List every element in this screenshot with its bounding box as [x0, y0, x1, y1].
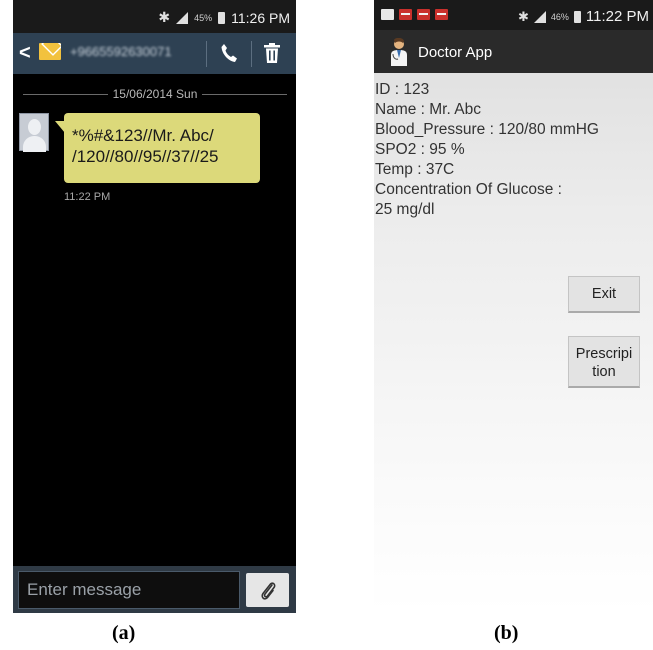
blood-pressure: Blood_Pressure : 120/80 mmHG: [375, 121, 599, 138]
exit-button[interactable]: Exit: [568, 276, 640, 313]
message-bubble[interactable]: *%#&123//Mr. Abc/ /120//80//95//37//25: [55, 113, 260, 183]
app-header: Doctor App: [374, 30, 653, 73]
header-divider: [206, 41, 207, 67]
bluetooth-icon: ✱: [158, 9, 171, 25]
glucose-label: Concentration Of Glucose :: [375, 181, 562, 198]
call-icon[interactable]: [220, 43, 238, 63]
app-title: Doctor App: [418, 44, 493, 61]
message-text: *%#&123//Mr. Abc/ /120//80//95//37//25: [72, 126, 219, 166]
signal-icon: [176, 11, 189, 24]
attach-button[interactable]: [246, 573, 289, 607]
temperature: Temp : 37C: [375, 161, 455, 178]
patient-id: ID : 123: [375, 81, 430, 98]
status-bar: ✱ 45% 11:26 PM: [13, 0, 296, 33]
sms-notification-icon: [435, 9, 448, 20]
spo2: SPO2 : 95 %: [375, 141, 465, 158]
battery-icon: [218, 11, 226, 24]
caption-b: (b): [494, 622, 519, 644]
patient-name: Name : Mr. Abc: [375, 101, 481, 118]
glucose-value: 25 mg/dl: [375, 201, 435, 218]
message-input[interactable]: Enter message: [18, 571, 240, 609]
header-divider: [251, 41, 252, 67]
patient-info: ID : 123 Name : Mr. Abc Blood_Pressure :…: [375, 80, 651, 220]
prescription-label-line2: tion: [592, 364, 616, 380]
doctor-app-phone-screen: ✱ 46% 11:22 PM Doctor App ID : 123 Name …: [374, 0, 653, 613]
status-time: 11:22 PM: [585, 8, 649, 25]
signal-icon: [533, 10, 546, 23]
compose-bar: Enter message: [13, 566, 296, 613]
messaging-phone-screen: ✱ 45% 11:26 PM < +9665592630071 15/06/20…: [13, 0, 296, 613]
status-bar: ✱ 46% 11:22 PM: [374, 0, 653, 30]
mail-notification-icon: [381, 9, 394, 20]
battery-percent: 45%: [194, 12, 213, 23]
contact-avatar: [19, 113, 49, 152]
trash-icon[interactable]: [264, 43, 280, 63]
prescription-label-line1: Prescripi: [575, 346, 633, 362]
paperclip-icon: [261, 582, 276, 600]
doctor-icon: [391, 38, 407, 66]
sms-notification-icon: [417, 9, 430, 20]
status-time: 11:26 PM: [231, 9, 290, 26]
date-label: 15/06/2014 Sun: [107, 87, 203, 101]
sms-notification-icon: [399, 9, 412, 20]
battery-percent: 46%: [550, 11, 569, 22]
battery-icon: [573, 10, 581, 23]
envelope-icon: [39, 43, 61, 60]
message-time: 11:22 PM: [64, 191, 111, 203]
caption-a: (a): [112, 622, 136, 644]
prescription-button[interactable]: Prescripi tion: [568, 336, 640, 388]
bluetooth-icon: ✱: [517, 8, 529, 24]
contact-number: +9665592630071: [70, 44, 172, 59]
back-arrow-icon[interactable]: <: [19, 42, 31, 65]
date-separator: 15/06/2014 Sun: [23, 86, 287, 102]
conversation-header: < +9665592630071: [13, 33, 296, 74]
